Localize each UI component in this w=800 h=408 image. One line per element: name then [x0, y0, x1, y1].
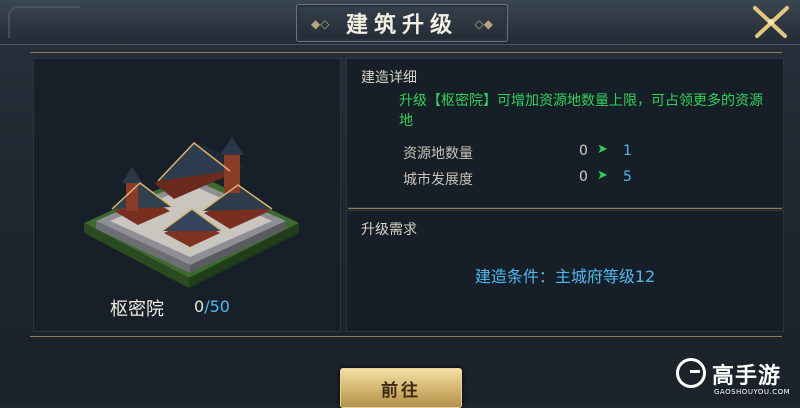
stat-from-value: 0 [579, 143, 588, 159]
watermark-brand: 高手游 [712, 364, 782, 389]
requirements-panel: 升级需求 建造条件：主城府等级12 [346, 210, 784, 332]
level-max: 50 [209, 297, 230, 316]
dialog-header: ◆◇ 建筑升级 ◇◆ [0, 0, 800, 45]
top-divider [30, 52, 782, 53]
requirements-heading: 升级需求 [361, 222, 417, 238]
stat-row: 城市发展度 0 ➤ 5 [399, 168, 759, 189]
stat-to-value: 5 [623, 169, 632, 185]
building-level: 0/50 [194, 297, 230, 316]
details-heading: 建造详细 [361, 70, 417, 86]
stat-row: 资源地数量 0 ➤ 1 [399, 142, 759, 163]
stat-to-value: 1 [623, 143, 632, 159]
close-button[interactable] [748, 2, 794, 42]
watermark: 高手游 GAOSHOUYOU.COM [676, 356, 798, 400]
build-condition: 建造条件：主城府等级12 [474, 267, 656, 286]
crossed-swords-icon [753, 6, 789, 38]
bottom-divider [30, 336, 782, 337]
stat-from-value: 0 [579, 169, 588, 185]
building-name: 枢密院 [110, 299, 164, 320]
go-button-label: 前往 [381, 380, 421, 401]
build-details-panel: 建造详细 升级【枢密院】可增加资源地数量上限，可占领更多的资源地 资源地数量 0… [346, 58, 784, 208]
section-divider [348, 208, 782, 209]
gaoshouyou-logo-icon [676, 358, 706, 388]
arrow-right-icon: ➤ [597, 168, 608, 183]
upgrade-description: 升级【枢密院】可增加资源地数量上限，可占领更多的资源地 [399, 93, 763, 129]
stat-label: 资源地数量 [403, 146, 473, 162]
go-button[interactable]: 前往 [340, 368, 462, 408]
building-panel: 枢密院 0/50 [33, 58, 341, 332]
title-plate: ◆◇ 建筑升级 ◇◆ [296, 4, 508, 42]
watermark-url: GAOSHOUYOU.COM [714, 388, 791, 396]
upgrade-dialog: ◆◇ 建筑升级 ◇◆ 枢密院 0/50 建造详细 升级【枢密院】可增加资源地数量… [0, 0, 800, 408]
corner-ornament [8, 6, 80, 38]
palace-building-icon [84, 137, 299, 288]
title-ornament-left-icon: ◆◇ [311, 17, 330, 31]
dialog-title: 建筑升级 [345, 12, 458, 38]
arrow-right-icon: ➤ [597, 142, 608, 157]
title-ornament-right-icon: ◇◆ [474, 17, 493, 31]
stat-label: 城市发展度 [403, 172, 473, 188]
level-current: 0 [194, 297, 205, 316]
